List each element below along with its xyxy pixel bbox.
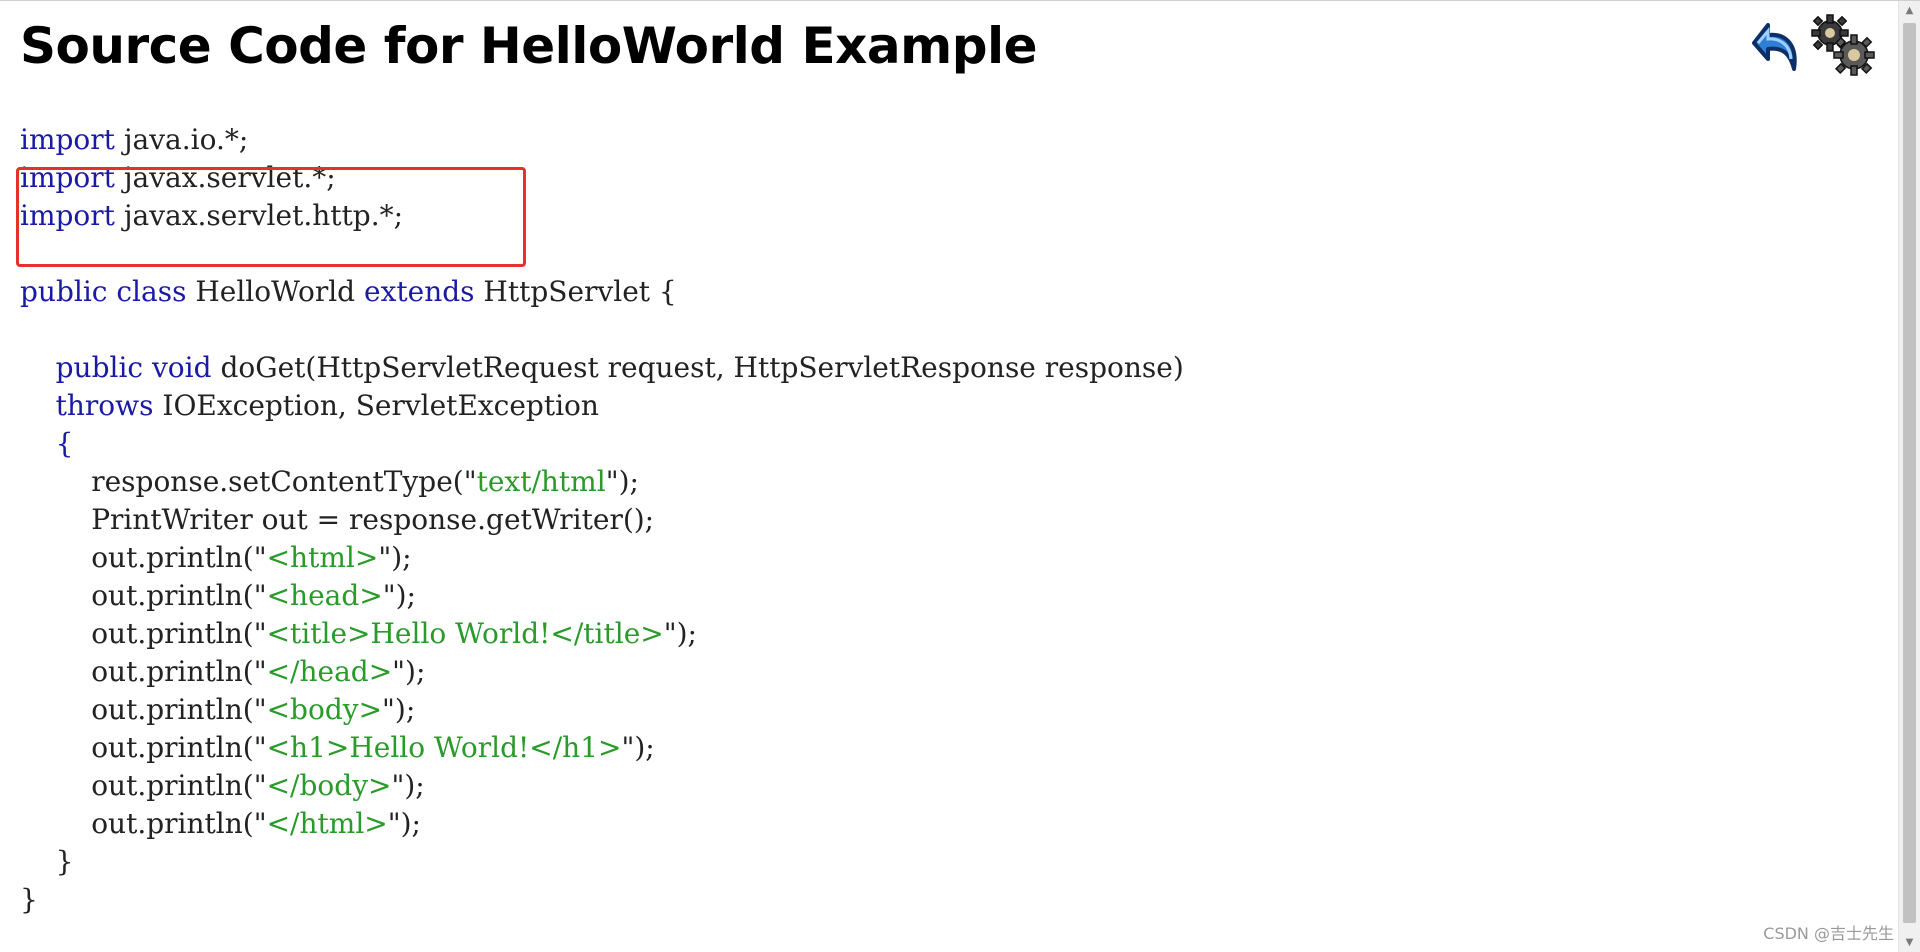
code-string: <head> — [266, 579, 383, 612]
code-text: out.println(" — [20, 617, 267, 650]
code-keyword: import — [20, 123, 115, 156]
code-line: out.println("<head>"); — [20, 577, 1184, 615]
code-text: doGet(HttpServletRequest request, HttpSe… — [211, 351, 1184, 384]
watermark: CSDN @吉士先生 — [1763, 924, 1894, 943]
code-line: out.println("<html>"); — [20, 539, 1184, 577]
code-line: public void doGet(HttpServletRequest req… — [20, 349, 1184, 387]
code-text: "); — [382, 693, 416, 726]
code-text: out.println(" — [20, 807, 267, 840]
code-text: HelloWorld — [186, 275, 365, 308]
code-text: "); — [621, 731, 655, 764]
code-string: </body> — [266, 769, 392, 802]
code-line: import javax.servlet.http.*; — [20, 197, 1184, 235]
code-text: response.setContentType(" — [20, 465, 477, 498]
page-title: Source Code for HelloWorld Example — [20, 17, 1038, 75]
top-right-icons — [1744, 13, 1880, 79]
code-keyword: import — [20, 199, 115, 232]
code-string: </head> — [266, 655, 393, 688]
code-line: out.println("<h1>Hello World!</h1>"); — [20, 729, 1184, 767]
code-text: out.println(" — [20, 579, 267, 612]
code-text: "); — [387, 807, 421, 840]
code-keyword: public void — [55, 351, 212, 384]
code-text: out.println(" — [20, 655, 267, 688]
code-line: PrintWriter out = response.getWriter(); — [20, 501, 1184, 539]
code-text: "); — [378, 541, 412, 574]
code-text: "); — [391, 769, 425, 802]
code-text: "); — [392, 655, 426, 688]
code-text: out.println(" — [20, 693, 267, 726]
code-text: java.io.*; — [114, 123, 249, 156]
code-keyword: throws — [55, 389, 154, 422]
code-keyword: public class — [20, 275, 187, 308]
code-keyword: { — [55, 427, 74, 460]
code-line: out.println("</html>"); — [20, 805, 1184, 843]
code-text: javax.servlet.http.*; — [114, 199, 404, 232]
code-keyword: extends — [364, 275, 475, 308]
code-string: <html> — [266, 541, 379, 574]
code-line: response.setContentType("text/html"); — [20, 463, 1184, 501]
code-line: out.println("</head>"); — [20, 653, 1184, 691]
code-string: <h1>Hello World!</h1> — [266, 731, 622, 764]
scroll-up-arrow-icon[interactable]: ▲ — [1899, 1, 1920, 21]
code-text: HttpServlet { — [474, 275, 677, 308]
code-line: } — [20, 843, 1184, 881]
vertical-scrollbar[interactable]: ▲ ▼ — [1898, 1, 1920, 952]
code-line: } — [20, 881, 1184, 919]
code-text: "); — [605, 465, 639, 498]
scroll-down-arrow-icon[interactable]: ▼ — [1899, 933, 1920, 952]
code-string: <title>Hello World!</title> — [266, 617, 664, 650]
code-text: out.println(" — [20, 541, 267, 574]
code-string: </html> — [266, 807, 388, 840]
code-text: javax.servlet.*; — [114, 161, 336, 194]
code-text: IOException, ServletException — [153, 389, 599, 422]
code-text: out.println(" — [20, 731, 267, 764]
code-text: } — [20, 845, 74, 878]
code-keyword: import — [20, 161, 115, 194]
code-line: public class HelloWorld extends HttpServ… — [20, 273, 1184, 311]
code-line: throws IOException, ServletException — [20, 387, 1184, 425]
code-string: text/html — [476, 465, 606, 498]
code-line: out.println("</body>"); — [20, 767, 1184, 805]
code-string: <body> — [266, 693, 383, 726]
code-line: out.println("<body>"); — [20, 691, 1184, 729]
code-text: "); — [382, 579, 416, 612]
code-text: "); — [663, 617, 697, 650]
code-line: { — [20, 425, 1184, 463]
source-code-block: import java.io.*; import javax.servlet.*;… — [20, 121, 1184, 919]
back-arrow-icon[interactable] — [1744, 13, 1806, 75]
gears-icon[interactable] — [1810, 13, 1876, 79]
scrollbar-thumb[interactable] — [1903, 23, 1916, 923]
code-line: import javax.servlet.*; — [20, 159, 1184, 197]
code-text: PrintWriter out = response.getWriter(); — [20, 503, 655, 536]
code-text: } — [20, 883, 38, 916]
code-line: out.println("<title>Hello World!</title>… — [20, 615, 1184, 653]
code-line: import java.io.*; — [20, 121, 1184, 159]
code-text: out.println(" — [20, 769, 267, 802]
